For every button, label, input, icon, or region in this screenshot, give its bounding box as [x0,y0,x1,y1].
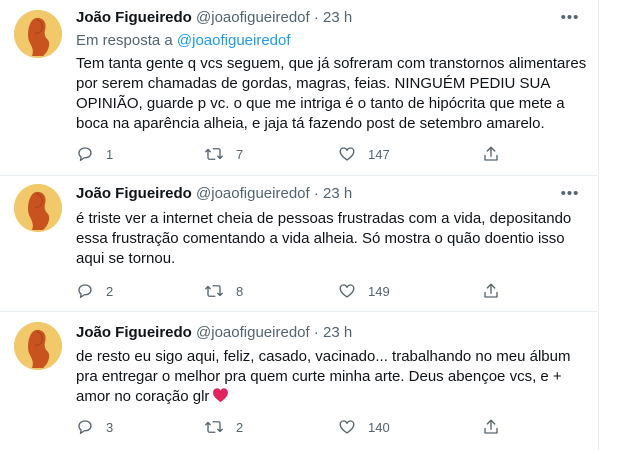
like-button[interactable]: 149 [338,281,390,301]
tweet-text-line: amor no coração glr [76,387,566,409]
red-heart-emoji-icon [212,387,229,409]
tweet-text-line: aqui se tornou. [76,250,176,267]
tweet-actions: 1 7 147 [76,144,516,164]
more-options-icon[interactable]: ••• [560,9,580,27]
retweet-button[interactable]: 2 [204,417,243,437]
reply-icon [78,420,92,435]
author-handle[interactable]: @joaofigueiredof [196,324,310,341]
tweet-text-line: pra entregar o melhor pra quem curte min… [76,368,562,385]
tweet-header: João Figueiredo @joaofigueiredof · 23 h [76,9,352,27]
author-name[interactable]: João Figueiredo [76,324,192,341]
share-icon [484,146,498,161]
tweet-text: é triste ver a internet cheia de pessoas… [76,209,572,269]
tweet-text-fragment: amor no coração glr [76,388,210,405]
reply-context: Em resposta a @joaofigueiredof [76,31,291,51]
reply-button[interactable]: 3 [76,417,113,437]
avatar[interactable] [14,184,62,232]
tweet-text-line: de resto eu sigo aqui, feliz, casado, va… [76,348,571,365]
tweet[interactable]: João Figueiredo @joaofigueiredof · 23 h … [0,0,598,176]
share-button[interactable] [482,144,500,164]
separator-dot: · [313,9,319,26]
heart-outline-icon [339,147,355,161]
tweet-text-line: é triste ver a internet cheia de pessoas… [76,210,572,227]
tweet-actions: 3 2 140 [76,417,516,437]
reply-icon [78,284,92,299]
author-handle[interactable]: @joaofigueiredof [196,9,310,26]
share-icon [484,283,498,298]
tweet[interactable]: João Figueiredo @joaofigueiredof · 23 h … [0,176,598,312]
author-name[interactable]: João Figueiredo [76,185,192,202]
tweet-text-line: OPINIÃO, guarde p vc. o que me intriga é… [76,95,565,112]
tweet-text-line: por serem chamadas de gordas, magras, fe… [76,75,551,92]
tweet-text-line: essa frustração comentando a vida alheia… [76,230,565,247]
avatar[interactable] [14,322,62,370]
timestamp[interactable]: 23 h [323,324,352,341]
share-button[interactable] [482,417,500,437]
author-name[interactable]: João Figueiredo [76,9,192,26]
reply-count: 2 [106,283,114,299]
reply-button[interactable]: 1 [76,144,113,164]
tweet-actions: 2 8 149 [76,281,516,301]
tweet-text-line: Tem tanta gente q vcs seguem, que já sof… [76,55,587,72]
retweet-count: 8 [236,283,244,299]
timestamp[interactable]: 23 h [323,185,352,202]
retweet-icon [205,148,223,160]
separator-dot: · [313,185,319,202]
tweet-header: João Figueiredo @joaofigueiredof · 23 h [76,324,352,342]
timestamp[interactable]: 23 h [323,9,352,26]
avatar[interactable] [14,10,62,58]
retweet-count: 2 [236,419,244,435]
separator-dot: · [313,324,319,341]
reply-count: 1 [106,146,114,162]
tweet-thread: João Figueiredo @joaofigueiredof · 23 h … [0,0,599,450]
tweet-text: de resto eu sigo aqui, feliz, casado, va… [76,347,571,409]
more-options-icon[interactable]: ••• [560,185,580,203]
tweet-text-line: boca na aparência alheia, e jaja tá faze… [76,115,545,132]
like-count: 149 [368,283,390,299]
reply-prefix: Em resposta a [76,32,173,49]
like-button[interactable]: 140 [338,417,390,437]
share-icon [484,419,498,434]
like-count: 140 [368,419,390,435]
reply-mention-link[interactable]: @joaofigueiredof [177,32,291,49]
author-handle[interactable]: @joaofigueiredof [196,185,310,202]
share-button[interactable] [482,281,500,301]
retweet-button[interactable]: 7 [204,144,243,164]
reply-count: 3 [106,419,114,435]
tweet[interactable]: João Figueiredo @joaofigueiredof · 23 h … [0,312,598,450]
reply-button[interactable]: 2 [76,281,113,301]
tweet-header: João Figueiredo @joaofigueiredof · 23 h [76,185,352,203]
retweet-icon [205,421,223,433]
reply-icon [78,147,92,162]
avatar-silhouette-icon [14,10,62,58]
retweet-count: 7 [236,146,244,162]
heart-outline-icon [339,284,355,298]
avatar-silhouette-icon [14,184,62,232]
retweet-button[interactable]: 8 [204,281,243,301]
retweet-icon [205,285,223,297]
tweet-text: Tem tanta gente q vcs seguem, que já sof… [76,54,587,134]
like-count: 147 [368,146,390,162]
heart-outline-icon [339,420,355,434]
avatar-silhouette-icon [14,322,62,370]
like-button[interactable]: 147 [338,144,390,164]
